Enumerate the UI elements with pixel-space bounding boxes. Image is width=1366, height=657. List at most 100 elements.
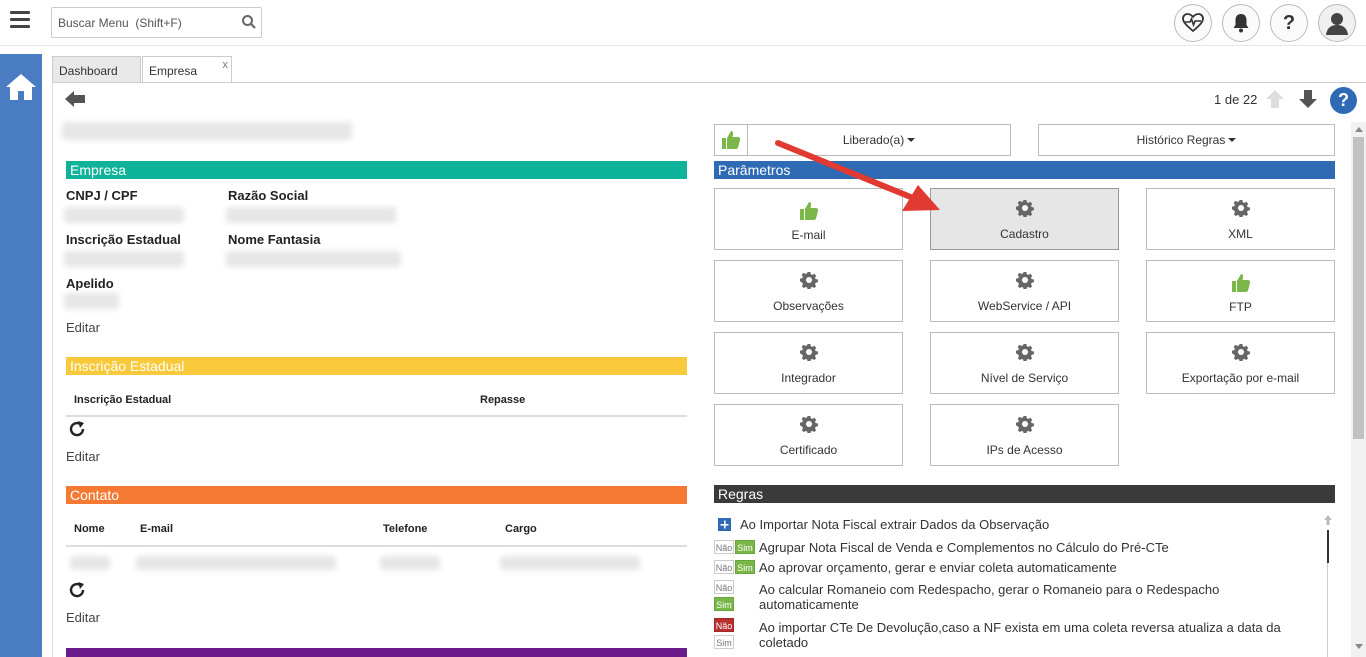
apelido-value-redacted [64, 293, 119, 309]
top-bar: ? [0, 0, 1366, 46]
param-card[interactable]: FTP [1146, 260, 1335, 322]
sim-toggle[interactable]: Sim [714, 635, 734, 649]
nao-toggle[interactable]: Não [714, 560, 734, 574]
col-email: E-mail [140, 523, 174, 535]
section-empresa: Empresa [66, 161, 687, 179]
help-button[interactable]: ? [1270, 4, 1308, 42]
divider [66, 415, 687, 417]
tab-bar: Dashboard Empresa x [52, 56, 233, 83]
ie-label: Inscrição Estadual [66, 232, 181, 247]
notifications-button[interactable] [1222, 4, 1260, 42]
annotation-arrow [775, 140, 940, 211]
param-card[interactable]: Integrador [714, 332, 903, 394]
fantasia-value-redacted [226, 251, 401, 267]
col-nome: Nome [74, 523, 105, 535]
help-icon[interactable]: ? [1330, 87, 1357, 114]
search-input[interactable] [52, 8, 232, 37]
thumbs-up-icon [1147, 273, 1334, 293]
historico-dropdown[interactable]: Histórico Regras [1038, 124, 1335, 156]
page-scrollbar[interactable] [1351, 122, 1366, 657]
nao-toggle[interactable]: Não [714, 580, 734, 594]
refresh-icon[interactable] [68, 420, 86, 438]
param-card[interactable]: Exportação por e-mail [1146, 332, 1335, 394]
fantasia-label: Nome Fantasia [228, 232, 321, 247]
user-button[interactable] [1318, 4, 1356, 42]
scroll-thumb[interactable] [1353, 137, 1364, 439]
health-button[interactable] [1174, 4, 1212, 42]
gear-icon [715, 343, 902, 363]
razao-value-redacted [226, 207, 396, 223]
param-card[interactable]: XML [1146, 188, 1335, 250]
col-telefone: Telefone [383, 523, 428, 535]
inner-scroll-track [1327, 563, 1328, 657]
gear-icon [931, 343, 1118, 363]
param-card-label: Certificado [779, 443, 838, 457]
col-inscricao: Inscrição Estadual [74, 394, 172, 406]
edit-empresa-link[interactable]: Editar [66, 320, 100, 335]
inner-scroll-up-icon[interactable] [1322, 514, 1334, 526]
cnpj-value-redacted [64, 207, 184, 223]
col-repasse: Repasse [480, 394, 526, 406]
contact-row-redacted [70, 556, 110, 570]
gear-icon [715, 415, 902, 435]
home-icon[interactable] [5, 72, 37, 102]
sim-toggle[interactable]: Sim [735, 540, 755, 554]
nao-toggle[interactable]: Não [714, 540, 734, 554]
left-rail [0, 54, 42, 657]
section-regras: Regras [714, 485, 1335, 503]
scroll-down-icon[interactable] [1355, 644, 1363, 649]
apelido-label: Apelido [66, 276, 114, 291]
param-card[interactable]: Cadastro [930, 188, 1119, 250]
close-tab-icon[interactable]: x [223, 59, 229, 71]
param-card-label: FTP [1229, 300, 1252, 314]
param-card-label: Cadastro [1000, 227, 1049, 241]
company-title-redacted [62, 122, 352, 140]
tab-dashboard[interactable]: Dashboard [52, 56, 141, 82]
edit-contato-link[interactable]: Editar [66, 610, 100, 625]
nao-toggle[interactable]: Não [714, 618, 734, 632]
param-card[interactable]: Observações [714, 260, 903, 322]
gear-icon [715, 271, 902, 291]
back-arrow-icon[interactable] [64, 89, 86, 109]
edit-inscricao-link[interactable]: Editar [66, 449, 100, 464]
tab-label: Empresa [149, 64, 198, 78]
contact-row-redacted [380, 556, 440, 570]
tab-empresa[interactable]: Empresa x [142, 56, 232, 83]
param-card-label: IPs de Acesso [986, 443, 1063, 457]
plus-box-icon[interactable] [718, 518, 731, 531]
param-card-label: Integrador [781, 371, 836, 385]
param-card[interactable]: IPs de Acesso [930, 404, 1119, 466]
gear-icon [931, 199, 1118, 219]
bell-icon [1233, 14, 1249, 33]
rule-text: Ao aprovar orçamento, gerar e enviar col… [759, 560, 1117, 575]
rule-text: Ao importar CTe De Devolução,caso a NF e… [759, 620, 1281, 650]
param-card[interactable]: WebService / API [930, 260, 1119, 322]
scroll-up-icon[interactable] [1355, 127, 1363, 132]
status-thumb-button[interactable] [714, 124, 748, 156]
param-card-label: Exportação por e-mail [1181, 371, 1300, 385]
menu-icon[interactable] [10, 11, 30, 31]
param-card-label: E-mail [791, 228, 826, 242]
arrow-down-icon[interactable] [1298, 89, 1318, 109]
sim-toggle[interactable]: Sim [735, 560, 755, 574]
param-card[interactable]: Nível de Serviço [930, 332, 1119, 394]
caret-down-icon [1228, 138, 1237, 142]
col-cargo: Cargo [505, 523, 537, 535]
cnpj-label: CNPJ / CPF [66, 188, 138, 203]
help-icon: ? [1282, 11, 1296, 34]
search-box[interactable] [51, 7, 262, 38]
param-card-label: XML [1228, 227, 1253, 241]
refresh-icon[interactable] [68, 581, 86, 599]
ie-value-redacted [64, 251, 184, 267]
inner-scroll-thumb[interactable] [1327, 530, 1329, 563]
param-card-label: Observações [773, 299, 844, 313]
divider [66, 545, 687, 547]
sim-toggle[interactable]: Sim [714, 597, 734, 611]
search-icon[interactable] [241, 14, 257, 30]
param-card[interactable]: Certificado [714, 404, 903, 466]
arrow-up-icon[interactable] [1265, 89, 1285, 109]
contact-row-redacted [136, 556, 336, 570]
rule-add-text: Ao Importar Nota Fiscal extrair Dados da… [740, 517, 1050, 532]
gear-icon [931, 415, 1118, 435]
gear-icon [1147, 343, 1334, 363]
